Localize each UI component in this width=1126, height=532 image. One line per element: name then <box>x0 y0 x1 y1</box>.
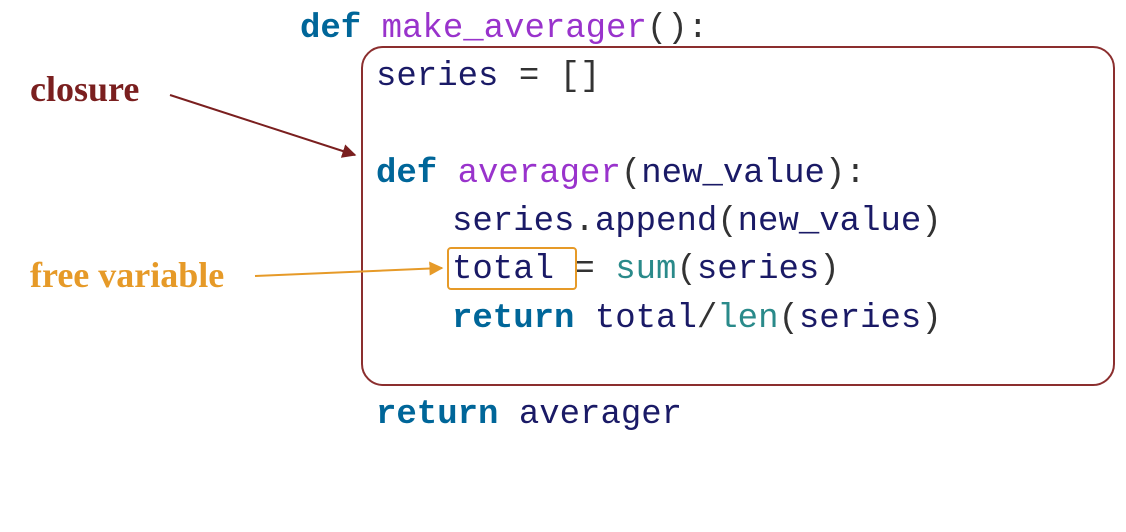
code-line-return-inner: return total/len(series) <box>300 295 942 343</box>
code-line-return-outer: return averager <box>300 391 942 439</box>
code-line-append: series.append(new_value) <box>300 198 942 246</box>
closure-label: closure <box>30 68 139 110</box>
code-line-def-outer: def make_averager(): <box>300 5 942 53</box>
free-variable-label: free variable <box>30 254 224 296</box>
code-line-blank <box>300 102 942 150</box>
code-line-def-inner: def averager(new_value): <box>300 150 942 198</box>
code-line-blank-2 <box>300 343 942 391</box>
code-line-series-init: series = [] <box>300 53 942 101</box>
code-line-total: total = sum(series) <box>300 246 942 294</box>
code-block: def make_averager(): series = [] def ave… <box>300 5 942 439</box>
